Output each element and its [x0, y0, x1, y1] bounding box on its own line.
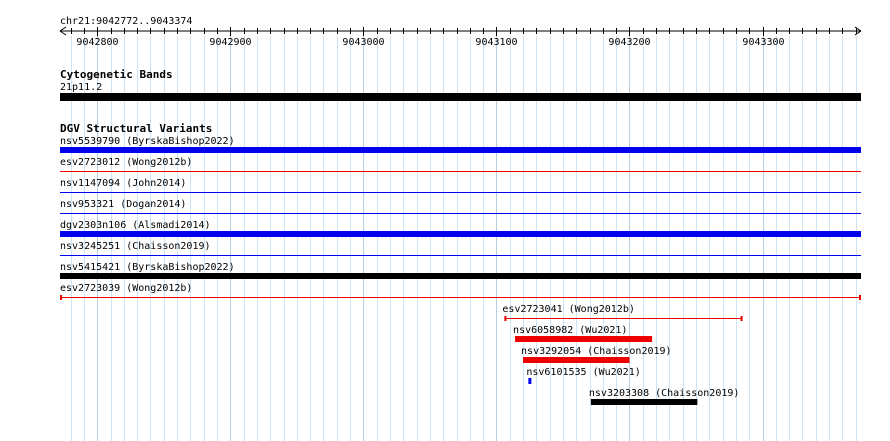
ruler-title: chr21:9042772..9043374	[60, 16, 192, 27]
cytoband-label: 21p11.2	[60, 82, 102, 93]
variant-label: nsv5415421 (ByrskaBishop2022)	[60, 262, 235, 273]
variant-label: esv2723041 (Wong2012b)	[502, 304, 634, 315]
ruler-tick-label: 9042800	[76, 37, 118, 48]
ruler-tick-label: 9043000	[342, 37, 384, 48]
variant-end-cap	[859, 295, 861, 300]
variant-label: nsv3292054 (Chaisson2019)	[521, 346, 672, 357]
variant-label: esv2723039 (Wong2012b)	[60, 283, 192, 294]
variant-label: esv2723012 (Wong2012b)	[60, 157, 192, 168]
variant-label: dgv2303n106 (Alsmadi2014)	[60, 220, 211, 231]
ruler-tick-label: 9042900	[209, 37, 251, 48]
ruler-tick-label: 9043100	[475, 37, 517, 48]
variant-start-cap	[504, 316, 507, 321]
ruler-tick-label: 9043300	[742, 37, 784, 48]
variant-label: nsv6101535 (Wu2021)	[526, 367, 640, 378]
variant-start-cap	[60, 295, 62, 300]
cytoband-track-title: Cytogenetic Bands	[60, 68, 173, 81]
variant-label: nsv5539790 (ByrskaBishop2022)	[60, 136, 235, 147]
variant-bar[interactable]	[60, 231, 861, 237]
variant-label: nsv1147094 (John2014)	[60, 178, 186, 189]
variant-bar[interactable]	[60, 273, 861, 279]
ruler-major-ticks: 9042800 9042900 9043000 9043100 9043200 90433…	[59, 26, 862, 48]
variant-label: nsv3245251 (Chaisson2019)	[60, 241, 211, 252]
variant-bar[interactable]	[523, 357, 630, 363]
variant-bar[interactable]	[528, 378, 532, 384]
dgv-feature-list: nsv5539790 (ByrskaBishop2022) esv2723012 …	[60, 136, 861, 405]
variant-label: nsv6058982 (Wu2021)	[513, 325, 627, 336]
cytoband-track: Cytogenetic Bands 21p11.2	[60, 68, 861, 101]
variant-end-cap	[740, 316, 743, 321]
dgv-track-title: DGV Structural Variants	[60, 122, 212, 135]
dgv-track: DGV Structural Variants nsv5539790 (Byrs…	[60, 122, 861, 405]
variant-bar[interactable]	[60, 147, 861, 153]
ruler-track: chr21:9042772..9043374 9042800 9042900 904…	[59, 16, 862, 48]
variant-bar[interactable]	[515, 336, 653, 342]
ruler-tick-label: 9043200	[608, 37, 650, 48]
variant-label: nsv953321 (Dogan2014)	[60, 199, 186, 210]
variant-label: nsv3203308 (Chaisson2019)	[589, 388, 740, 399]
cytoband-bar[interactable]	[60, 93, 861, 101]
variant-bar[interactable]	[590, 399, 698, 405]
genome-browser-view: chr21:9042772..9043374 9042800 9042900 904…	[59, 16, 862, 441]
